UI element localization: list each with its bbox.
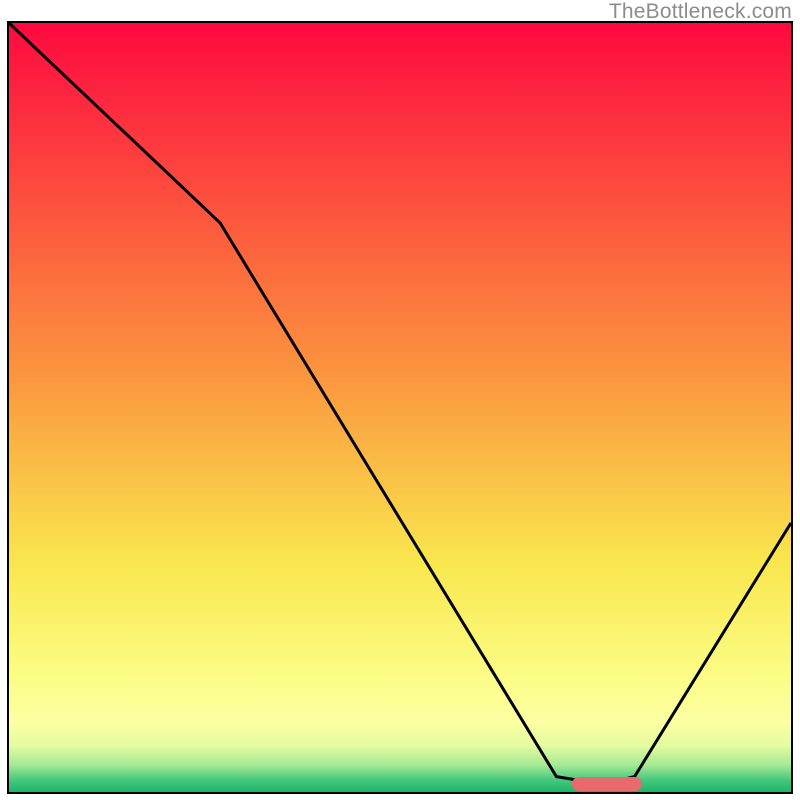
gradient-background (9, 23, 791, 792)
chart-frame (7, 21, 793, 794)
gradient-rect (9, 23, 791, 792)
optimal-range-marker (572, 777, 642, 791)
